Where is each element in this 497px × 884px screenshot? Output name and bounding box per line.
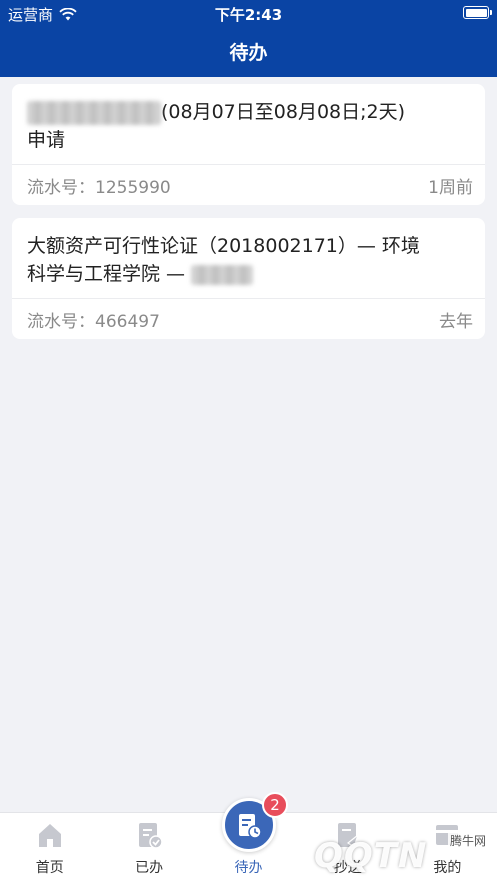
todo-title-line1: 大额资产可行性论证（2018002171）— 环境 (27, 235, 420, 257)
tab-label: 首页 (35, 860, 64, 876)
time-ago: 去年 (439, 311, 473, 332)
tab-home[interactable]: 首页 (0, 813, 99, 884)
tab-todo[interactable]: 待办 (199, 798, 298, 884)
done-doc-icon (139, 823, 163, 849)
todo-card[interactable]: 大额资产可行性论证（2018002171）— 环境 科学与工程学院 — 流水号：… (12, 218, 485, 339)
watermark-site: 腾牛网 (447, 832, 488, 849)
todo-title-line1: (08月07日至08月08日;2天) (161, 101, 406, 123)
redacted-name (27, 100, 161, 125)
todo-title-line2: 科学与工程学院 — (27, 263, 186, 285)
todo-card[interactable]: (08月07日至08月08日;2天) 申请 流水号：1255990 1周前 (12, 84, 485, 205)
todo-meta: 流水号：466497 去年 (12, 298, 485, 339)
tab-label: 已办 (135, 860, 164, 876)
page-title: 待办 (229, 42, 268, 64)
serial-label: 流水号： (27, 177, 95, 198)
todo-count-badge: 2 (262, 792, 288, 818)
todo-doc-clock-icon (238, 814, 262, 839)
todo-meta: 流水号：1255990 1周前 (12, 164, 485, 205)
watermark: QQTN 腾牛网 (286, 830, 494, 880)
nav-bar: 待办 (0, 26, 497, 77)
home-icon (38, 824, 61, 847)
tab-done[interactable]: 已办 (99, 813, 198, 884)
status-bar: 运营商 下午2:43 (0, 0, 497, 26)
serial-label: 流水号： (27, 311, 95, 332)
tab-label: 待办 (234, 860, 263, 876)
serial-value: 1255990 (95, 177, 171, 198)
status-time: 下午2:43 (214, 6, 283, 24)
serial-value: 466497 (95, 311, 160, 332)
time-ago: 1周前 (428, 177, 473, 198)
battery-icon (463, 6, 492, 19)
serial-number: 流水号：466497 (27, 307, 160, 332)
todo-title: (08月07日至08月08日;2天) 申请 (12, 84, 485, 164)
watermark-logo: QQTN (314, 836, 428, 876)
serial-number: 流水号：1255990 (27, 173, 171, 198)
redacted-name (191, 264, 254, 285)
todo-title: 大额资产可行性论证（2018002171）— 环境 科学与工程学院 — (12, 218, 485, 298)
todo-title-line2: 申请 (27, 129, 66, 151)
